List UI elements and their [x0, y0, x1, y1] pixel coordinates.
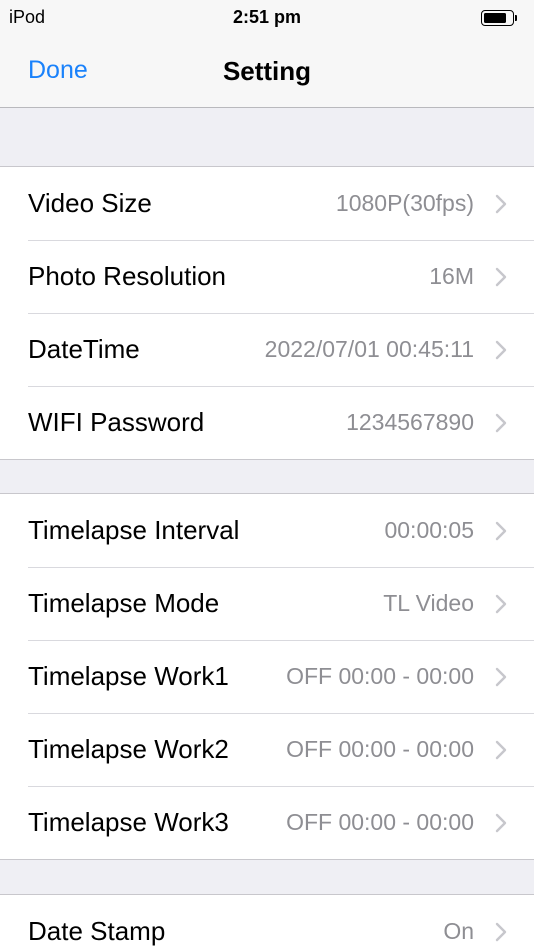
setting-row-timelapse-work1[interactable]: Timelapse Work1 OFF 00:00 - 00:00	[0, 640, 534, 713]
row-label: Timelapse Mode	[28, 588, 220, 618]
row-label: Timelapse Work1	[28, 661, 229, 691]
settings-group-camera: Video Size 1080P(30fps) Photo Resolution…	[0, 166, 534, 460]
setting-row-timelapse-work3[interactable]: Timelapse Work3 OFF 00:00 - 00:00	[0, 786, 534, 859]
chevron-right-icon	[495, 340, 507, 360]
row-value: 00:00:05	[384, 517, 474, 543]
chevron-right-icon	[495, 267, 507, 287]
chevron-right-icon	[495, 813, 507, 833]
row-label: Video Size	[28, 188, 152, 218]
settings-screen: iPod 2:51 pm Done Setting Video Size 108…	[0, 0, 534, 950]
settings-group-timelapse: Timelapse Interval 00:00:05 Timelapse Mo…	[0, 493, 534, 860]
setting-row-photo-resolution[interactable]: Photo Resolution 16M	[0, 240, 534, 313]
row-label: Date Stamp	[28, 916, 166, 946]
chevron-right-icon	[495, 667, 507, 687]
row-value: OFF 00:00 - 00:00	[286, 663, 474, 689]
setting-row-timelapse-mode[interactable]: Timelapse Mode TL Video	[0, 567, 534, 640]
setting-row-wifi-password[interactable]: WIFI Password 1234567890	[0, 386, 534, 459]
status-bar: iPod 2:51 pm	[0, 0, 534, 36]
row-label: DateTime	[28, 334, 140, 364]
battery-icon	[481, 10, 517, 26]
setting-row-date-stamp[interactable]: Date Stamp On	[0, 895, 534, 950]
row-value: On	[443, 918, 474, 944]
navigation-bar: Done Setting	[0, 36, 534, 108]
chevron-right-icon	[495, 521, 507, 541]
setting-row-timelapse-interval[interactable]: Timelapse Interval 00:00:05	[0, 494, 534, 567]
row-label: Timelapse Work3	[28, 807, 229, 837]
settings-group-stamp: Date Stamp On	[0, 894, 534, 950]
row-label: Photo Resolution	[28, 261, 227, 291]
row-value: 16M	[429, 263, 474, 289]
row-value: 1080P(30fps)	[335, 190, 474, 216]
setting-row-video-size[interactable]: Video Size 1080P(30fps)	[0, 167, 534, 240]
setting-row-timelapse-work2[interactable]: Timelapse Work2 OFF 00:00 - 00:00	[0, 713, 534, 786]
chevron-right-icon	[495, 594, 507, 614]
row-value: 2022/07/01 00:45:11	[264, 336, 474, 362]
row-label: Timelapse Interval	[28, 515, 240, 545]
chevron-right-icon	[495, 922, 507, 942]
row-value: OFF 00:00 - 00:00	[286, 809, 474, 835]
chevron-right-icon	[495, 740, 507, 760]
row-value: TL Video	[383, 590, 474, 616]
status-time: 2:51 pm	[232, 7, 302, 27]
row-label: Timelapse Work2	[28, 734, 229, 764]
row-label: WIFI Password	[28, 407, 205, 437]
setting-row-datetime[interactable]: DateTime 2022/07/01 00:45:11	[0, 313, 534, 386]
page-title: Setting	[222, 56, 312, 86]
chevron-right-icon	[495, 194, 507, 214]
row-value: OFF 00:00 - 00:00	[286, 736, 474, 762]
chevron-right-icon	[495, 413, 507, 433]
row-value: 1234567890	[346, 409, 474, 435]
